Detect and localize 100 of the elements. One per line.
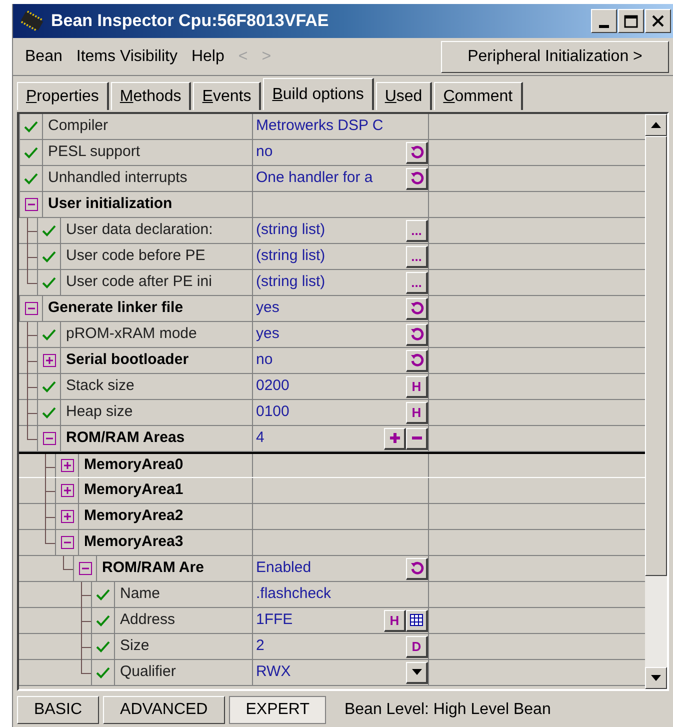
row-button[interactable]: ... bbox=[406, 220, 428, 242]
property-row[interactable]: Qualifier RWX bbox=[19, 660, 645, 686]
property-name: Heap size bbox=[65, 402, 133, 422]
peripheral-button[interactable]: Peripheral Initialization > bbox=[441, 40, 669, 72]
dropdown-button[interactable] bbox=[406, 662, 428, 684]
expand-icon[interactable] bbox=[60, 510, 74, 523]
remove-button[interactable] bbox=[406, 428, 428, 450]
tab[interactable]: Events bbox=[193, 82, 262, 110]
row-button[interactable]: D bbox=[406, 636, 428, 658]
level-button[interactable]: BASIC bbox=[17, 696, 100, 724]
menu-item[interactable]: Help bbox=[191, 44, 224, 68]
property-name: Name bbox=[119, 584, 160, 604]
expand-icon[interactable] bbox=[60, 459, 74, 472]
property-row[interactable]: User code before PE (string list) ... bbox=[19, 244, 645, 270]
property-row[interactable]: Generate linker file yes bbox=[19, 296, 645, 322]
property-name: Address bbox=[119, 610, 176, 630]
property-value: One handler for a bbox=[256, 168, 373, 188]
property-name: User code after PE ini bbox=[65, 272, 212, 292]
property-name: ROM/RAM Are bbox=[101, 558, 204, 578]
row-button[interactable]: H bbox=[384, 610, 406, 632]
menu-item[interactable]: Items Visibility bbox=[76, 44, 178, 68]
property-row[interactable]: Address 1FFE H bbox=[19, 608, 645, 634]
property-value: 0100 bbox=[256, 402, 290, 422]
property-row[interactable]: Serial bootloader no bbox=[19, 348, 645, 374]
check-icon bbox=[24, 146, 38, 158]
property-name: Serial bootloader bbox=[65, 350, 189, 370]
menu-item[interactable]: Bean bbox=[25, 44, 62, 68]
property-row[interactable]: Unhandled interrupts One handler for a bbox=[19, 166, 645, 192]
property-row[interactable]: User data declaration: (string list) ... bbox=[19, 218, 645, 244]
cycle-button[interactable] bbox=[406, 324, 428, 346]
collapse-icon[interactable] bbox=[60, 536, 74, 549]
row-button[interactable]: ... bbox=[406, 246, 428, 268]
property-row[interactable]: Heap size 0100 H bbox=[19, 400, 645, 426]
tab[interactable]: Properties bbox=[17, 82, 109, 110]
property-row[interactable]: PESL support no bbox=[19, 140, 645, 166]
minimize-button[interactable] bbox=[591, 9, 617, 33]
cycle-button[interactable] bbox=[406, 558, 428, 580]
check-icon bbox=[42, 250, 56, 262]
property-name: Generate linker file bbox=[47, 298, 184, 318]
property-row[interactable]: pROM-xRAM mode yes bbox=[19, 322, 645, 348]
property-value: .flashcheck bbox=[256, 584, 332, 604]
property-name: MemoryArea3 bbox=[83, 532, 184, 552]
status-text: Bean Level: High Level Bean bbox=[344, 700, 551, 720]
level-button[interactable]: ADVANCED bbox=[103, 696, 225, 724]
cycle-icon bbox=[410, 145, 424, 159]
collapse-icon[interactable] bbox=[42, 432, 56, 445]
tree-connector bbox=[27, 322, 37, 348]
tab[interactable]: Comment bbox=[434, 82, 523, 110]
down-arrow-icon[interactable] bbox=[651, 675, 661, 681]
collapse-icon[interactable] bbox=[24, 302, 38, 315]
cycle-icon bbox=[410, 171, 424, 185]
cycle-button[interactable] bbox=[406, 350, 428, 372]
property-row[interactable]: MemoryArea3 bbox=[19, 530, 645, 556]
property-row[interactable]: MemoryArea0 bbox=[19, 452, 645, 478]
property-row[interactable]: MemoryArea2 bbox=[19, 504, 645, 530]
row-button[interactable]: H bbox=[406, 376, 428, 398]
expand-icon[interactable] bbox=[42, 354, 56, 367]
property-row[interactable]: ROM/RAM Areas 4 bbox=[19, 426, 645, 452]
property-row[interactable]: User code after PE ini (string list) ... bbox=[19, 270, 645, 296]
add-button[interactable] bbox=[384, 428, 406, 450]
check-icon bbox=[24, 172, 38, 184]
property-row[interactable]: Compiler Metrowerks DSP C bbox=[19, 114, 645, 140]
property-row[interactable]: Stack size 0200 H bbox=[19, 374, 645, 400]
property-row[interactable]: MemoryArea1 bbox=[19, 478, 645, 504]
maximize-icon bbox=[624, 14, 638, 28]
tab[interactable]: Used bbox=[376, 82, 432, 110]
collapse-icon[interactable] bbox=[78, 562, 92, 575]
cycle-icon bbox=[410, 561, 424, 575]
property-row[interactable]: ROM/RAM Are Enabled bbox=[19, 556, 645, 582]
cycle-button[interactable] bbox=[406, 142, 428, 164]
check-icon bbox=[96, 640, 110, 652]
row-button[interactable]: H bbox=[406, 402, 428, 424]
cycle-button[interactable] bbox=[406, 298, 428, 320]
tab[interactable]: Methods bbox=[110, 82, 192, 110]
collapse-icon[interactable] bbox=[24, 198, 38, 211]
up-arrow-icon[interactable] bbox=[651, 122, 661, 128]
property-row[interactable]: Name .flashcheck bbox=[19, 582, 645, 608]
property-row[interactable]: Size 2 D bbox=[19, 634, 645, 660]
expand-icon[interactable] bbox=[60, 484, 74, 497]
property-row[interactable]: User initialization bbox=[19, 192, 645, 218]
property-name: PESL support bbox=[47, 142, 140, 162]
property-name: User initialization bbox=[47, 194, 172, 214]
maximize-button[interactable] bbox=[618, 9, 644, 33]
close-button[interactable] bbox=[645, 9, 671, 33]
cycle-button[interactable] bbox=[406, 168, 428, 190]
tree-connector bbox=[45, 454, 55, 480]
property-value: 4 bbox=[256, 428, 264, 448]
minus-icon bbox=[410, 436, 422, 440]
table-button[interactable] bbox=[406, 610, 428, 632]
check-icon bbox=[96, 614, 110, 626]
level-button[interactable]: EXPERT bbox=[228, 696, 326, 724]
row-button[interactable]: ... bbox=[406, 272, 428, 294]
cycle-icon bbox=[410, 327, 424, 341]
tree-connector bbox=[27, 348, 37, 374]
scrollbar[interactable] bbox=[645, 114, 667, 689]
tree-connector bbox=[63, 556, 73, 570]
tab[interactable]: Build options bbox=[263, 78, 374, 110]
property-value: Enabled bbox=[256, 558, 312, 578]
check-icon bbox=[96, 588, 110, 600]
property-value: (string list) bbox=[256, 246, 326, 266]
